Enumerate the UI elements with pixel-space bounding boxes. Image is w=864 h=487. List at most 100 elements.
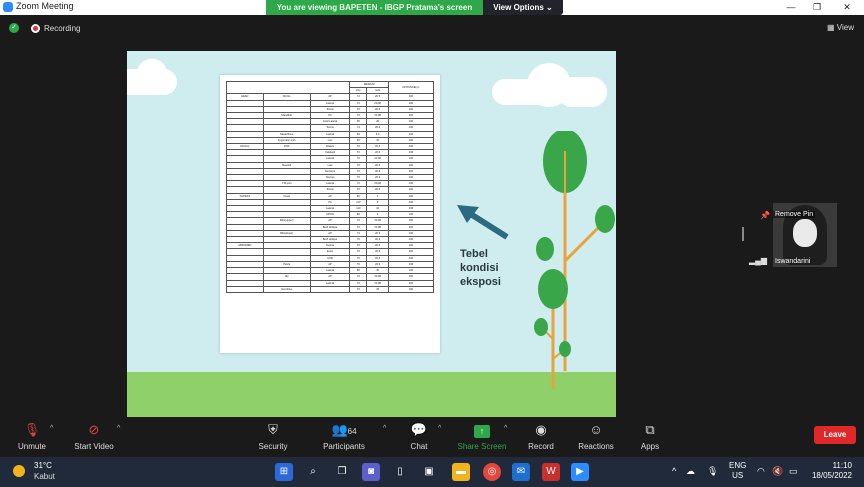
clock-date: 18/05/2022 [811,471,852,480]
system-clock[interactable]: 11:10 18/05/2022 [808,461,852,481]
video-off-icon: ⊘ [88,422,100,437]
store-icon[interactable]: ▣ [420,463,438,481]
tree-illustration [534,269,571,389]
collapse-panel-handle[interactable] [742,227,744,241]
weather-sun-icon[interactable] [13,465,25,477]
apps-label: Apps [640,442,660,451]
minimize-icon[interactable]: — [778,0,804,15]
search-icon[interactable]: ⌕ [304,463,322,481]
chevron-up-icon[interactable]: ^ [672,466,676,476]
zoom-meeting-window: Zoom Meeting You are viewing BAPETEN - I… [0,0,864,487]
exposure-table-body: HEAD SKULL AP 72 20.6 100 Lateral 72 20.48 100 Tow… [226,93,435,293]
security-button[interactable]: ⛨ Security [255,421,291,451]
exposure-table: MEDIUM DISTANCE(m) kVp mAs HEAD SKULL AP 72… [225,80,435,293]
unmute-button[interactable]: 🎙 Unmute [12,421,52,451]
cloud-decoration [137,59,167,87]
participants-icon: 👥64 [331,422,357,437]
share-screen-label: Share Screen [457,442,507,451]
shared-screen-slide: MEDIUM DISTANCE(m) kVp mAs HEAD SKULL AP 72… [127,51,616,417]
start-video-label: Start Video [74,442,114,451]
weather-temperature[interactable]: 31°C [34,461,52,470]
unmute-label: Unmute [17,442,46,451]
view-options-label: View Options [493,3,544,12]
battery-icon[interactable]: ▭ [789,466,798,477]
chevron-up-icon[interactable]: ^ [383,425,386,432]
table-cell: 100 [387,285,435,293]
chevron-up-icon[interactable]: ^ [50,425,53,432]
participants-count: 64 [347,427,357,436]
chrome-icon[interactable]: ◎ [483,463,501,481]
file-explorer-icon[interactable]: ▬ [452,463,470,481]
table-cell [226,285,264,293]
participants-button[interactable]: 👥64 Participants [318,421,370,451]
chevron-up-icon[interactable]: ^ [504,425,507,432]
language-code: ENG [729,461,747,470]
chat-label: Chat [410,442,428,451]
reactions-button[interactable]: ☺ Reactions [575,421,617,451]
chevron-down-icon: ⌄ [546,3,553,12]
table-cell: decubitus [262,285,311,293]
caption-line: Tebel [460,248,488,260]
security-label: Security [258,442,288,451]
task-view-icon[interactable]: ❐ [333,463,351,481]
window-title: Zoom Meeting [16,1,74,11]
chevron-up-icon[interactable]: ^ [438,425,441,432]
apps-icon: ⧉ [645,422,655,437]
share-screen-icon: ↑ [454,421,510,438]
start-video-button[interactable]: ⊘ Start Video [68,421,120,451]
pinned-label: Remove Pin [773,211,816,218]
exposure-table-card: MEDIUM DISTANCE(m) kVp mAs HEAD SKULL AP 72… [220,75,440,353]
distance-header: DISTANCE(m) [387,80,435,95]
speaker-muted-icon[interactable]: 🔇 [772,466,783,477]
view-menu-label: View [836,23,854,32]
participant-video-tile[interactable]: Remove Pin Iswandarini [773,203,837,267]
microphone-icon[interactable]: 🎙 [707,466,718,477]
shield-icon: ⛨ [268,422,278,437]
meeting-toolbar: 🎙 Unmute ^ ⊘ Start Video ^ ⛨ Security 👥6… [0,418,864,456]
teams-chat-icon[interactable]: ◙ [362,463,380,481]
participant-name: Iswandarini [775,258,811,265]
participants-label: Participants [323,442,365,451]
viewing-banner: You are viewing BAPETEN - IBGP Pratama's… [266,0,483,15]
zoom-logo-icon [3,2,13,12]
share-screen-button[interactable]: ↑ Share Screen [454,421,510,451]
zoom-taskbar-icon[interactable]: ▶ [571,463,589,481]
security-shield-icon[interactable]: ✓ [9,23,19,33]
chevron-up-icon[interactable]: ^ [117,425,120,432]
record-button[interactable]: ◉ Record [525,421,557,451]
wps-office-icon[interactable]: W [542,463,560,481]
wifi-icon[interactable]: ◠ [757,466,765,477]
close-icon[interactable]: ✕ [834,0,860,15]
slide-caption: Tebel kondisi eksposi [460,247,501,289]
arrow-pointer-icon [457,205,509,240]
participant-face [793,219,817,247]
windows-start-icon[interactable]: ⊞ [275,463,293,481]
caption-line: kondisi [460,262,499,274]
chat-button[interactable]: 💬 Chat [405,421,433,451]
recording-label: Recording [44,24,81,33]
keyboard-layout: US [732,471,744,480]
restore-icon[interactable]: ❐ [804,0,830,15]
view-options-button[interactable]: View Options ⌄ [483,0,563,15]
cloud-icon[interactable]: ☁ [686,466,695,477]
apps-button[interactable]: ⧉ Apps [636,421,664,451]
record-label: Record [528,442,554,451]
leave-button[interactable]: Leave [814,426,856,444]
windows-taskbar: 31°C Kabut ⊞ ⌕ ❐ ◙ ▯ ▣ ▬ ◎ ✉ W ▶ ^ ☁ 🎙 E… [0,457,864,487]
table-cell: 76 [349,285,368,293]
recording-icon[interactable] [31,24,40,33]
language-indicator[interactable]: ENG US [729,461,746,481]
table-corner-header [225,80,351,95]
view-menu-button[interactable]: ▦ View [827,23,854,32]
title-bar: Zoom Meeting You are viewing BAPETEN - I… [0,0,864,15]
file-icon[interactable]: ▯ [391,463,409,481]
reactions-label: Reactions [578,442,614,451]
chat-bubble-icon: 💬 [410,422,428,437]
mail-icon[interactable]: ✉ [512,463,530,481]
signal-strength-icon: ▂▄▆ [749,256,767,265]
clock-time: 11:10 [832,461,852,470]
microphone-muted-icon: 🎙 [23,422,41,437]
pin-icon[interactable]: 📌 [760,211,770,220]
smiley-icon: ☺ [589,422,603,437]
weather-condition[interactable]: Kabut [34,472,55,481]
